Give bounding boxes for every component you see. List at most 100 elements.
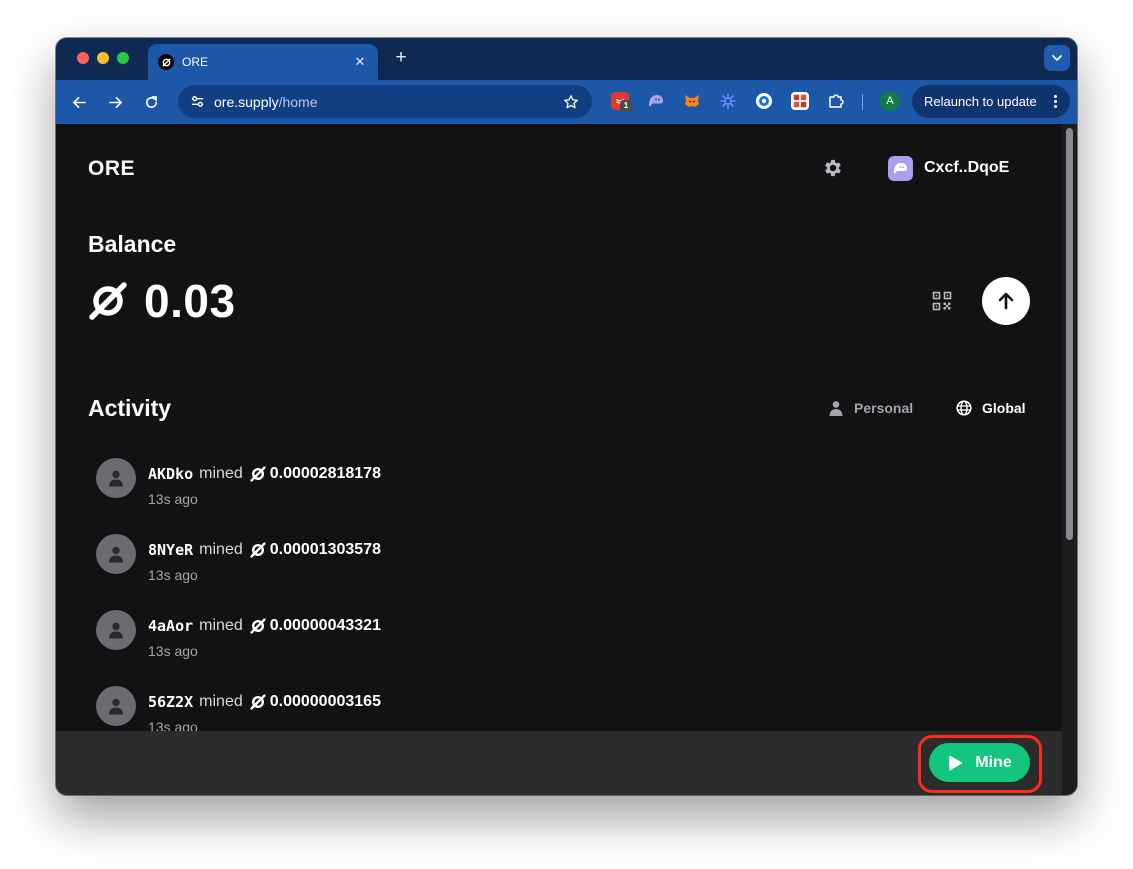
target-extension-icon[interactable] xyxy=(755,92,773,110)
window-minimize-button[interactable] xyxy=(97,52,109,64)
reload-button[interactable] xyxy=(139,90,163,114)
arrow-left-icon xyxy=(72,96,86,108)
person-icon xyxy=(109,546,123,563)
mined-amount: 0.00000043321 xyxy=(269,617,381,634)
extension-badge: 1 xyxy=(620,100,632,112)
activity-verb: mined xyxy=(199,465,243,482)
window-close-button[interactable] xyxy=(77,52,89,64)
url-host: ore.supply xyxy=(214,93,279,110)
mined-amount: 0.00002818178 xyxy=(269,465,381,482)
phantom-extension-icon[interactable] xyxy=(647,92,665,110)
activity-timestamp: 13s ago xyxy=(148,643,198,659)
browser-toolbar: ore.supply/home 1 A Relaunch to update xyxy=(56,80,1077,124)
tab-title: ORE xyxy=(182,55,209,69)
browser-tab[interactable]: ORE ✕ xyxy=(148,44,378,80)
ore-token-icon xyxy=(250,618,266,634)
mine-button[interactable]: Mine xyxy=(929,743,1030,782)
ore-favicon-icon xyxy=(158,54,174,70)
activity-timestamp: 13s ago xyxy=(148,567,198,583)
avatar xyxy=(96,686,136,726)
back-button[interactable] xyxy=(67,90,91,114)
balance-amount: 0.03 xyxy=(88,275,236,327)
send-button[interactable] xyxy=(982,277,1030,325)
list-item[interactable]: AKDko mined 0.00002818178 13s ago xyxy=(96,458,996,534)
ore-token-icon xyxy=(250,466,266,482)
ore-page: ORE Cxcf..DqoE Balance 0.03 Activity Per… xyxy=(56,124,1062,731)
globe-icon xyxy=(956,400,972,416)
person-icon xyxy=(829,401,843,416)
balance-value: 0.03 xyxy=(144,275,236,327)
ore-token-icon xyxy=(250,694,266,710)
address-bar[interactable]: ore.supply/home xyxy=(178,85,592,118)
miner-address[interactable]: AKDko xyxy=(148,465,193,483)
sparkle-extension-icon[interactable] xyxy=(719,92,737,110)
filter-personal-label: Personal xyxy=(854,400,914,416)
activity-verb: mined xyxy=(199,541,243,558)
person-icon xyxy=(109,622,123,639)
mined-amount: 0.00000003165 xyxy=(269,693,381,710)
balance-heading: Balance xyxy=(88,231,177,257)
activity-line: AKDko mined 0.00002818178 xyxy=(148,465,381,483)
miner-address[interactable]: 8NYeR xyxy=(148,541,193,559)
activity-timestamp: 13s ago xyxy=(148,491,198,507)
bottom-bar xyxy=(56,731,1062,795)
chevron-down-icon xyxy=(1052,55,1062,62)
ore-token-icon xyxy=(250,542,266,558)
activity-feed: AKDko mined 0.00002818178 13s ago 8NYeR … xyxy=(96,458,996,731)
new-tab-button[interactable]: + xyxy=(390,47,412,69)
avatar xyxy=(96,610,136,650)
mined-amount: 0.00001303578 xyxy=(269,541,381,558)
arrow-right-icon xyxy=(108,96,122,108)
qr-code-icon[interactable] xyxy=(932,291,952,311)
list-item[interactable]: 56Z2X mined 0.00000003165 13s ago xyxy=(96,686,996,731)
metamask-extension-icon[interactable] xyxy=(683,92,701,110)
page-scrollbar-thumb[interactable] xyxy=(1066,128,1073,540)
toolbar-separator xyxy=(862,94,863,110)
filter-global-label: Global xyxy=(982,400,1026,416)
ore-token-icon xyxy=(89,282,127,320)
tab-search-button[interactable] xyxy=(1044,45,1070,71)
activity-line: 4aAor mined 0.00000043321 xyxy=(148,617,381,635)
activity-verb: mined xyxy=(199,693,243,710)
mine-button-label: Mine xyxy=(975,753,1012,771)
miner-address[interactable]: 56Z2X xyxy=(148,693,193,711)
relaunch-to-update-button[interactable]: Relaunch to update xyxy=(912,85,1070,118)
tab-close-icon[interactable]: ✕ xyxy=(352,54,368,70)
extensions-puzzle-icon[interactable] xyxy=(827,92,845,110)
avatar xyxy=(96,534,136,574)
activity-timestamp: 13s ago xyxy=(148,719,198,731)
relaunch-label: Relaunch to update xyxy=(924,94,1037,109)
url-text[interactable]: ore.supply/home xyxy=(214,94,562,110)
more-vert-icon[interactable] xyxy=(1050,95,1060,108)
url-path: /home xyxy=(278,93,318,110)
activity-heading: Activity xyxy=(88,395,172,421)
browser-window: ORE ✕ + ore.supply/home 1 A Relaunch to … xyxy=(56,38,1077,795)
avatar xyxy=(96,458,136,498)
person-icon xyxy=(109,470,123,487)
arrow-up-icon xyxy=(998,292,1014,310)
site-settings-icon[interactable] xyxy=(188,93,206,111)
list-item[interactable]: 8NYeR mined 0.00001303578 13s ago xyxy=(96,534,996,610)
brand-logo[interactable]: ORE xyxy=(88,157,135,181)
activity-line: 8NYeR mined 0.00001303578 xyxy=(148,541,381,559)
grid-extension-icon[interactable] xyxy=(791,92,809,110)
gear-icon[interactable] xyxy=(822,157,844,179)
phantom-wallet-icon xyxy=(888,155,913,181)
window-maximize-button[interactable] xyxy=(117,52,129,64)
forward-button[interactable] xyxy=(103,90,127,114)
todoist-extension-icon[interactable]: 1 xyxy=(611,92,632,112)
reload-icon xyxy=(145,95,157,108)
play-icon xyxy=(949,755,963,770)
filter-personal-tab[interactable]: Personal xyxy=(828,398,913,418)
bookmark-star-icon[interactable] xyxy=(562,93,580,111)
person-icon xyxy=(109,698,123,715)
filter-global-tab[interactable]: Global xyxy=(956,398,1026,418)
miner-address[interactable]: 4aAor xyxy=(148,617,193,635)
wallet-address: Cxcf..DqoE xyxy=(924,159,1010,176)
activity-verb: mined xyxy=(199,617,243,634)
list-item[interactable]: 4aAor mined 0.00000043321 13s ago xyxy=(96,610,996,686)
wallet-button[interactable]: Cxcf..DqoE xyxy=(888,155,1009,181)
activity-line: 56Z2X mined 0.00000003165 xyxy=(148,693,381,711)
tab-strip: ORE ✕ + xyxy=(56,38,1077,80)
profile-avatar[interactable]: A xyxy=(880,91,900,111)
